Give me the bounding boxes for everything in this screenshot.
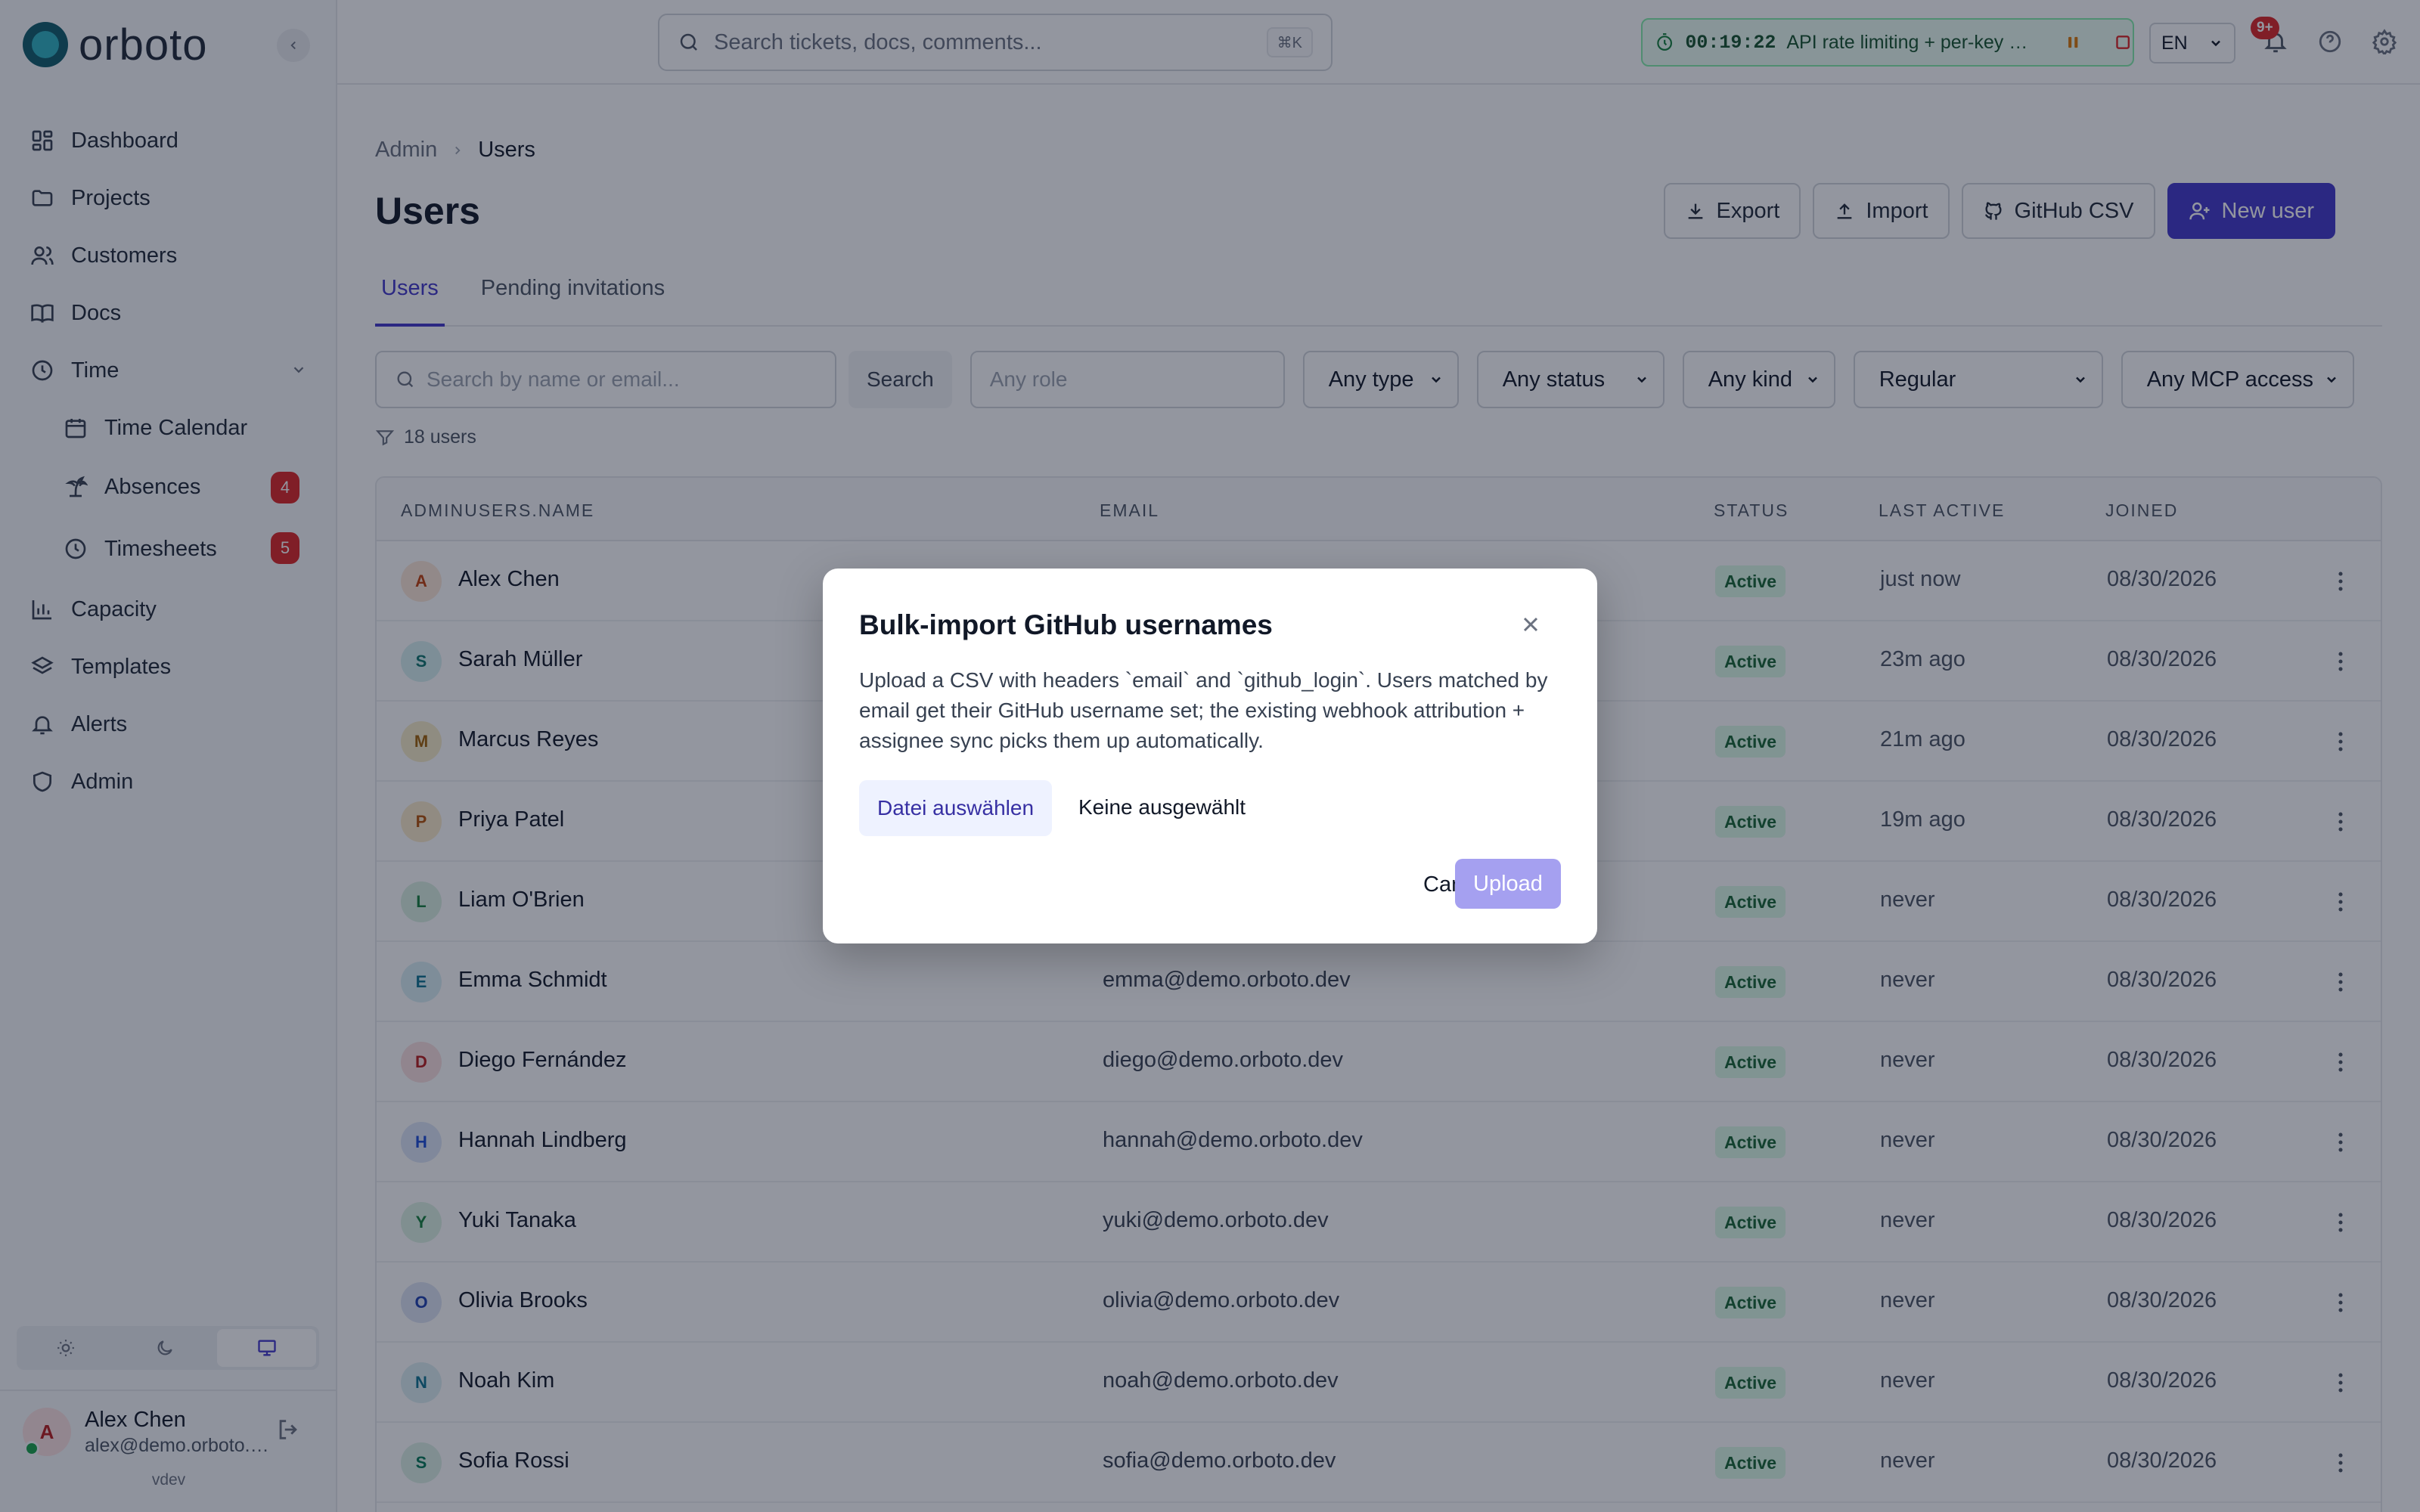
dialog-title: Bulk-import GitHub usernames	[859, 609, 1273, 640]
choose-file-button[interactable]: Datei auswählen	[859, 780, 1053, 836]
dialog-description: Upload a CSV with headers `email` and `g…	[859, 668, 1548, 752]
file-selection-status: Keine ausgewählt	[1078, 795, 1246, 819]
upload-button[interactable]: Upload	[1455, 859, 1561, 909]
bulk-import-github-dialog: Bulk-import GitHub usernames Upload a CS…	[823, 569, 1597, 943]
close-icon[interactable]	[1519, 612, 1543, 637]
